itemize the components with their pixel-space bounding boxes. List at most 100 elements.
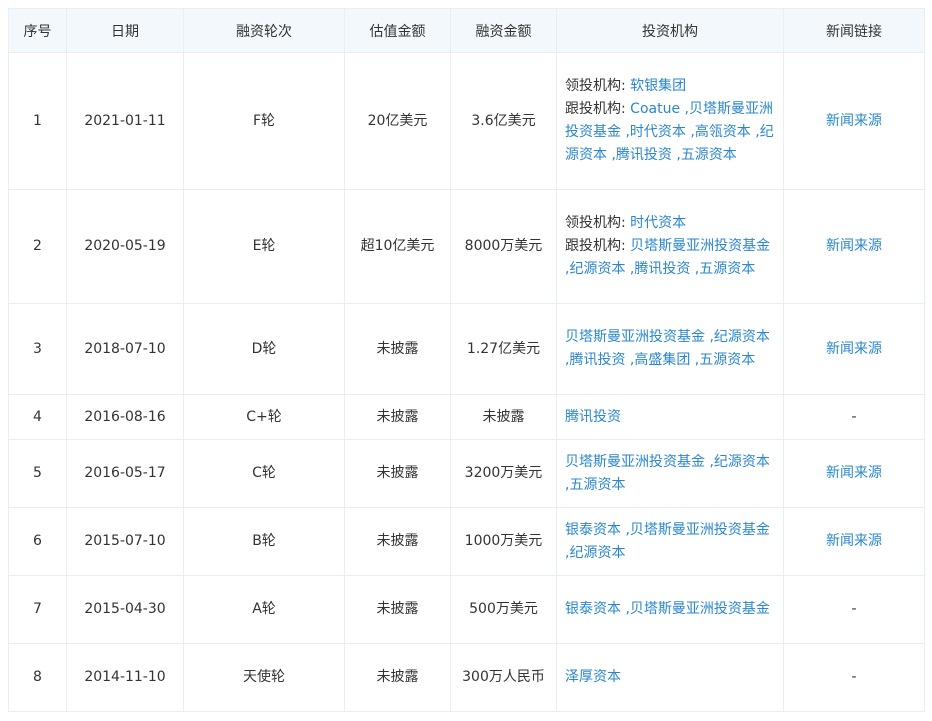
cell-news: 新闻来源: [783, 189, 925, 304]
investor-list: 腾讯投资: [565, 406, 775, 429]
cell-investors: 银泰资本 ,贝塔斯曼亚洲投资基金: [556, 575, 784, 644]
table-row: 4 2016-08-16 C+轮 未披露 未披露 腾讯投资 -: [8, 394, 925, 440]
investor-link[interactable]: 贝塔斯曼亚洲投资基金: [630, 601, 770, 617]
investor-separator: ,: [680, 101, 689, 117]
investor-link[interactable]: 时代资本: [630, 215, 686, 231]
cell-index: 1: [8, 52, 67, 190]
cell-amount: 3200万美元: [450, 439, 557, 508]
cell-valuation: 未披露: [344, 394, 451, 440]
investor-link[interactable]: 腾讯投资: [616, 147, 672, 163]
investor-separator: ,: [607, 147, 616, 163]
cell-index: 2: [8, 189, 67, 304]
cell-date: 2018-07-10: [66, 303, 184, 395]
cell-investors: 泽厚资本: [556, 643, 784, 712]
news-link[interactable]: 新闻来源: [826, 533, 882, 549]
news-empty: -: [851, 669, 857, 685]
news-empty: -: [851, 601, 857, 617]
table-row: 1 2021-01-11 F轮 20亿美元 3.6亿美元 领投机构: 软银集团 跟投机构: …: [8, 52, 925, 190]
investor-link[interactable]: 纪源资本: [714, 454, 770, 470]
investor-list: 贝塔斯曼亚洲投资基金 ,纪源资本 ,五源资本: [565, 451, 775, 497]
investor-link[interactable]: 高盛集团: [634, 352, 690, 368]
cell-investors: 腾讯投资: [556, 394, 784, 440]
header-valuation: 估值金额: [344, 8, 451, 53]
investor-link[interactable]: 银泰资本: [565, 522, 621, 538]
header-round: 融资轮次: [183, 8, 345, 53]
cell-valuation: 超10亿美元: [344, 189, 451, 304]
investor-separator: ,: [690, 261, 700, 277]
investor-link[interactable]: 时代资本: [630, 124, 686, 140]
investor-link[interactable]: 泽厚资本: [565, 669, 621, 685]
lead-investors: 领投机构: 软银集团: [565, 75, 775, 98]
investor-separator: ,: [705, 329, 714, 345]
investor-link[interactable]: 纪源资本: [569, 261, 625, 277]
cell-round: B轮: [183, 507, 345, 576]
investor-separator: ,: [750, 124, 760, 140]
investor-separator: ,: [621, 124, 630, 140]
investor-link[interactable]: 腾讯投资: [565, 409, 621, 425]
cell-valuation: 20亿美元: [344, 52, 451, 190]
table-row: 2 2020-05-19 E轮 超10亿美元 8000万美元 领投机构: 时代资本 跟投机构…: [8, 189, 925, 304]
news-link[interactable]: 新闻来源: [826, 341, 882, 357]
investor-link[interactable]: 高瓴资本: [695, 124, 751, 140]
table-row: 5 2016-05-17 C轮 未披露 3200万美元 贝塔斯曼亚洲投资基金 ,纪源资本 …: [8, 439, 925, 508]
header-index: 序号: [8, 8, 67, 53]
cell-round: D轮: [183, 303, 345, 395]
cell-news: -: [783, 394, 925, 440]
cell-amount: 未披露: [450, 394, 557, 440]
cell-amount: 3.6亿美元: [450, 52, 557, 190]
investor-link[interactable]: 五源资本: [699, 352, 755, 368]
investor-link[interactable]: 腾讯投资: [634, 261, 690, 277]
investor-link[interactable]: 贝塔斯曼亚洲投资基金: [630, 238, 770, 254]
cell-round: C+轮: [183, 394, 345, 440]
investor-link[interactable]: 纪源资本: [569, 545, 625, 561]
investor-list: 泽厚资本: [565, 666, 775, 689]
cell-index: 8: [8, 643, 67, 712]
investor-link[interactable]: 五源资本: [569, 477, 625, 493]
news-link[interactable]: 新闻来源: [826, 113, 882, 129]
cell-valuation: 未披露: [344, 575, 451, 644]
news-link[interactable]: 新闻来源: [826, 238, 882, 254]
cell-news: 新闻来源: [783, 303, 925, 395]
header-date: 日期: [66, 8, 184, 53]
investor-link[interactable]: 纪源资本: [714, 329, 770, 345]
cell-date: 2014-11-10: [66, 643, 184, 712]
cell-round: 天使轮: [183, 643, 345, 712]
cell-amount: 300万人民币: [450, 643, 557, 712]
investor-list: 贝塔斯曼亚洲投资基金 ,纪源资本 ,腾讯投资 ,高盛集团 ,五源资本: [565, 326, 775, 372]
follow-label: 跟投机构:: [565, 101, 631, 117]
investor-link[interactable]: 贝塔斯曼亚洲投资基金: [565, 329, 705, 345]
lead-investors: 领投机构: 时代资本: [565, 212, 775, 235]
investor-link[interactable]: Coatue: [630, 101, 680, 117]
cell-valuation: 未披露: [344, 643, 451, 712]
investor-link[interactable]: 五源资本: [699, 261, 755, 277]
investor-list: 银泰资本 ,贝塔斯曼亚洲投资基金 ,纪源资本: [565, 519, 775, 565]
header-news: 新闻链接: [783, 8, 925, 53]
investor-link[interactable]: 贝塔斯曼亚洲投资基金: [630, 522, 770, 538]
table-body: 1 2021-01-11 F轮 20亿美元 3.6亿美元 领投机构: 软银集团 跟投机构: …: [8, 52, 925, 712]
investor-link[interactable]: 软银集团: [630, 78, 686, 94]
header-investors: 投资机构: [556, 8, 784, 53]
cell-investors: 贝塔斯曼亚洲投资基金 ,纪源资本 ,腾讯投资 ,高盛集团 ,五源资本: [556, 303, 784, 395]
investor-link[interactable]: 腾讯投资: [569, 352, 625, 368]
cell-round: C轮: [183, 439, 345, 508]
investor-link[interactable]: 贝塔斯曼亚洲投资基金: [565, 454, 705, 470]
cell-date: 2016-08-16: [66, 394, 184, 440]
news-link[interactable]: 新闻来源: [826, 465, 882, 481]
cell-valuation: 未披露: [344, 439, 451, 508]
investor-list: 银泰资本 ,贝塔斯曼亚洲投资基金: [565, 598, 775, 621]
cell-investors: 领投机构: 软银集团 跟投机构: Coatue ,贝塔斯曼亚洲投资基金 ,时代资本…: [556, 52, 784, 190]
news-empty: -: [851, 408, 857, 425]
table-row: 6 2015-07-10 B轮 未披露 1000万美元 银泰资本 ,贝塔斯曼亚洲投资基金 …: [8, 507, 925, 576]
cell-index: 3: [8, 303, 67, 395]
cell-investors: 贝塔斯曼亚洲投资基金 ,纪源资本 ,五源资本: [556, 439, 784, 508]
cell-index: 5: [8, 439, 67, 508]
cell-news: 新闻来源: [783, 439, 925, 508]
follow-investors: 跟投机构: Coatue ,贝塔斯曼亚洲投资基金 ,时代资本 ,高瓴资本 ,纪源…: [565, 98, 775, 167]
investor-separator: ,: [621, 601, 630, 617]
cell-valuation: 未披露: [344, 507, 451, 576]
investor-separator: ,: [685, 124, 695, 140]
cell-round: A轮: [183, 575, 345, 644]
investor-link[interactable]: 五源资本: [681, 147, 737, 163]
investor-link[interactable]: 银泰资本: [565, 601, 621, 617]
funding-table: 序号 日期 融资轮次 估值金额 融资金额 投资机构 新闻链接 1 2021-01-…: [8, 8, 925, 712]
